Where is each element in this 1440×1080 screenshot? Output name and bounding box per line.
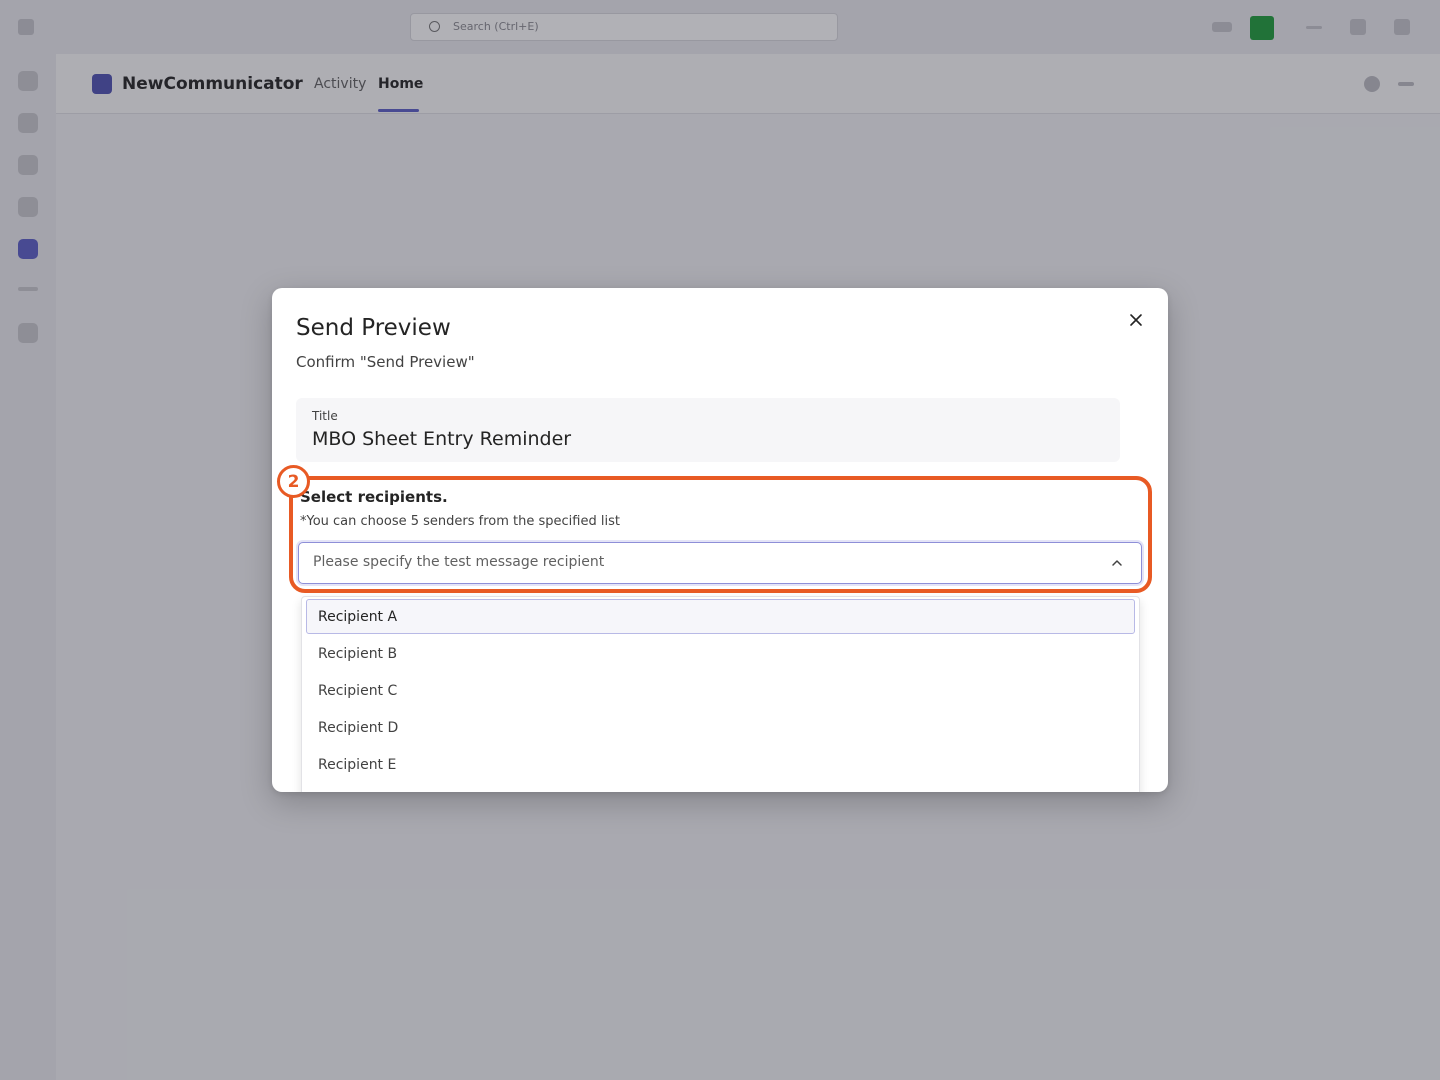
recipients-hint: *You can choose 5 senders from the speci… <box>300 514 620 529</box>
title-field-label: Title <box>312 409 338 423</box>
close-icon <box>1130 314 1142 326</box>
option-recipient-b[interactable]: Recipient B <box>306 636 1135 671</box>
option-recipient-c[interactable]: Recipient C <box>306 673 1135 708</box>
send-preview-dialog: Send Preview Confirm "Send Preview" Titl… <box>272 288 1168 792</box>
chevron-up-icon <box>1112 560 1122 566</box>
recipients-listbox: Recipient A Recipient B Recipient C Reci… <box>301 596 1140 792</box>
recipients-dropdown[interactable]: Please specify the test message recipien… <box>298 542 1142 584</box>
option-recipient-e[interactable]: Recipient E <box>306 747 1135 782</box>
option-recipient-a[interactable]: Recipient A <box>306 599 1135 634</box>
dialog-title: Send Preview <box>296 315 451 341</box>
recipients-label: Select recipients. <box>300 488 448 506</box>
recipients-placeholder: Please specify the test message recipien… <box>313 554 605 570</box>
step-badge: 2 <box>277 465 310 498</box>
title-field: Title MBO Sheet Entry Reminder <box>296 398 1120 462</box>
dialog-subtitle: Confirm "Send Preview" <box>296 353 475 371</box>
option-recipient-d[interactable]: Recipient D <box>306 710 1135 745</box>
close-button[interactable] <box>1124 308 1148 332</box>
title-field-value: MBO Sheet Entry Reminder <box>312 428 572 450</box>
